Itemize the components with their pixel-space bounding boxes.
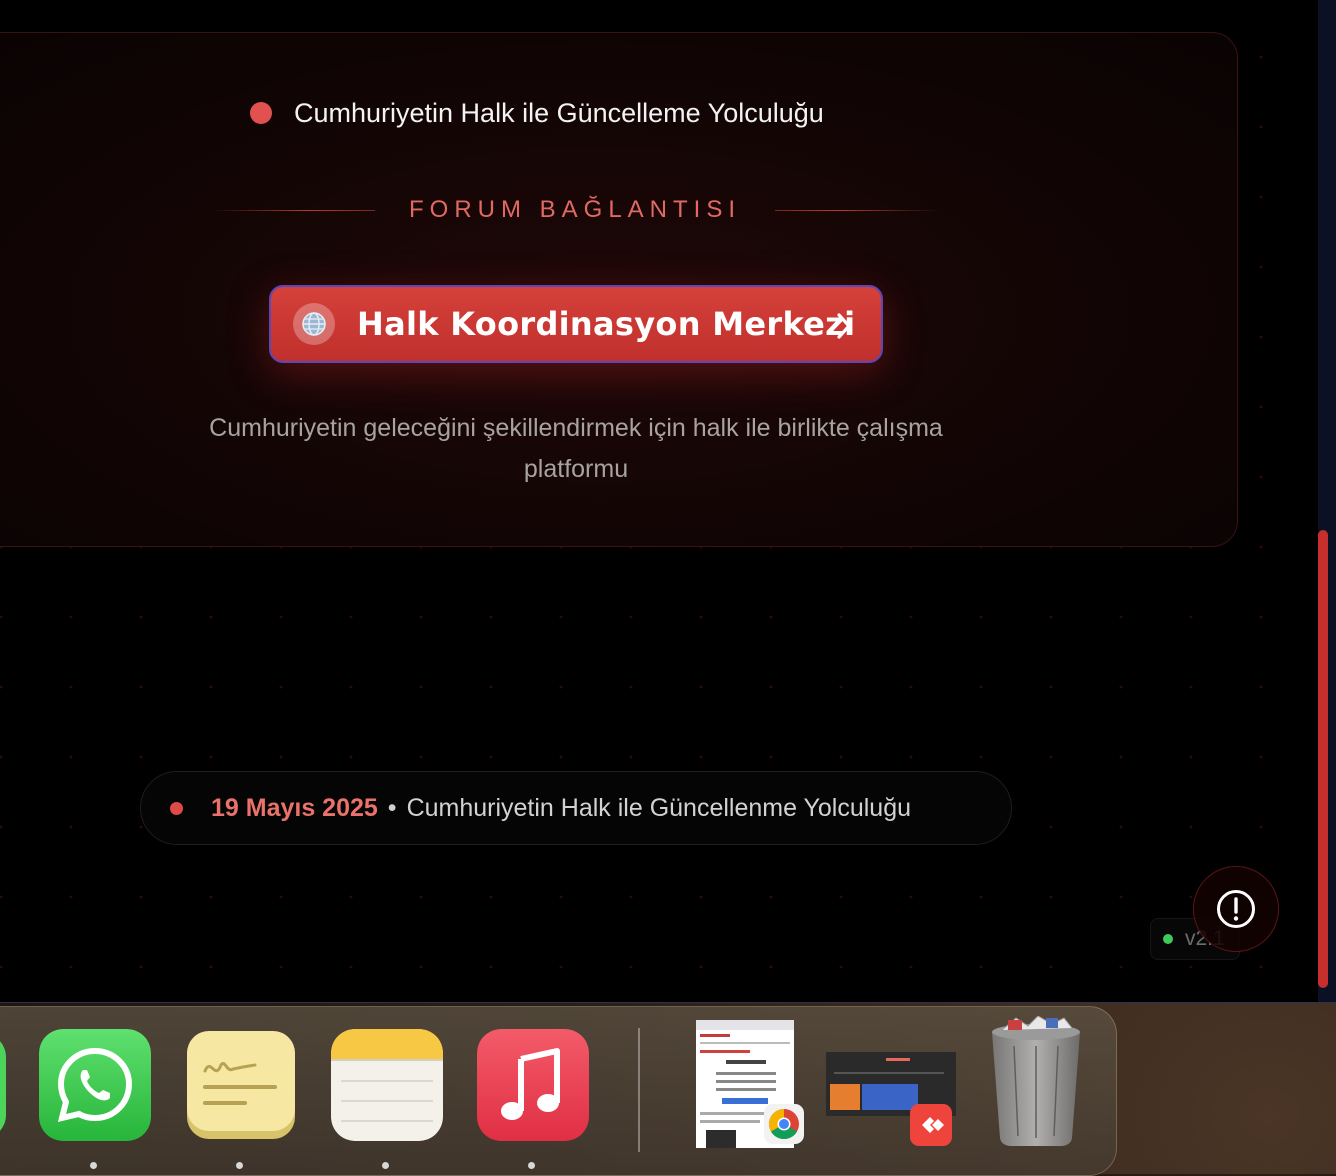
dock-app-whatsapp[interactable] <box>39 1029 151 1141</box>
alert-button[interactable] <box>1193 866 1279 952</box>
anydesk-icon <box>910 1104 952 1146</box>
dock-running-indicator <box>90 1162 97 1169</box>
dock-divider <box>638 1028 640 1152</box>
whatsapp-icon <box>39 1029 151 1141</box>
forum-link-label: Halk Koordinasyon Merkezi <box>357 305 856 343</box>
date-dot <box>170 801 183 815</box>
version-status-dot <box>1163 934 1173 944</box>
divider-line-left <box>210 209 375 211</box>
trash-icon <box>992 1015 1080 1146</box>
forum-link-button[interactable]: Halk Koordinasyon Merkezi <box>269 285 883 363</box>
alert-circle-icon <box>1217 890 1255 928</box>
section-divider: FORUM BAĞLANTISI <box>210 193 940 227</box>
card-title: Cumhuriyetin Halk ile Güncelleme Yolculu… <box>294 97 824 128</box>
card-description-line1: Cumhuriyetin geleceğini şekillendirmek i… <box>209 414 943 442</box>
music-icon <box>477 1029 589 1141</box>
card-title-row: Cumhuriyetin Halk ile Güncelleme Yolculu… <box>250 96 824 130</box>
dock-app-notes[interactable] <box>331 1029 443 1141</box>
scrollbar-thumb[interactable] <box>1318 530 1328 988</box>
dock-app-music[interactable] <box>477 1029 589 1141</box>
dock-running-indicator <box>528 1162 535 1169</box>
card-description: Cumhuriyetin geleceğini şekillendirmek i… <box>160 408 992 490</box>
window-thumbnail <box>696 1020 804 1148</box>
event-date: 19 Mayıs 2025 <box>211 793 378 822</box>
event-subtitle: Cumhuriyetin Halk ile Güncellenme Yolcul… <box>406 793 912 822</box>
globe-icon <box>293 303 335 345</box>
dock-minimized-chrome-window[interactable] <box>696 1020 808 1156</box>
dock-running-indicator <box>382 1162 389 1169</box>
chevron-right-icon <box>837 313 851 339</box>
section-label: FORUM BAĞLANTISI <box>408 196 742 223</box>
dock-app-stickies[interactable] <box>185 1029 297 1141</box>
window-thumbnail <box>826 1052 956 1146</box>
browser-window: Cumhuriyetin Halk ile Güncelleme Yolculu… <box>0 0 1336 1003</box>
status-dot <box>250 102 272 124</box>
dock-minimized-anydesk-window[interactable] <box>826 1052 956 1156</box>
dock-trash[interactable] <box>986 1015 1086 1154</box>
date-banner: 19 Mayıs 2025 • Cumhuriyetin Halk ile Gü… <box>140 771 1012 845</box>
card-description-line2: platformu <box>523 455 629 483</box>
notes-icon <box>331 1029 443 1141</box>
stickies-icon <box>187 1031 295 1139</box>
date-separator: • <box>387 793 397 822</box>
divider-line-right <box>775 209 940 211</box>
dock-running-indicator <box>236 1162 243 1169</box>
chrome-icon <box>764 1104 804 1144</box>
